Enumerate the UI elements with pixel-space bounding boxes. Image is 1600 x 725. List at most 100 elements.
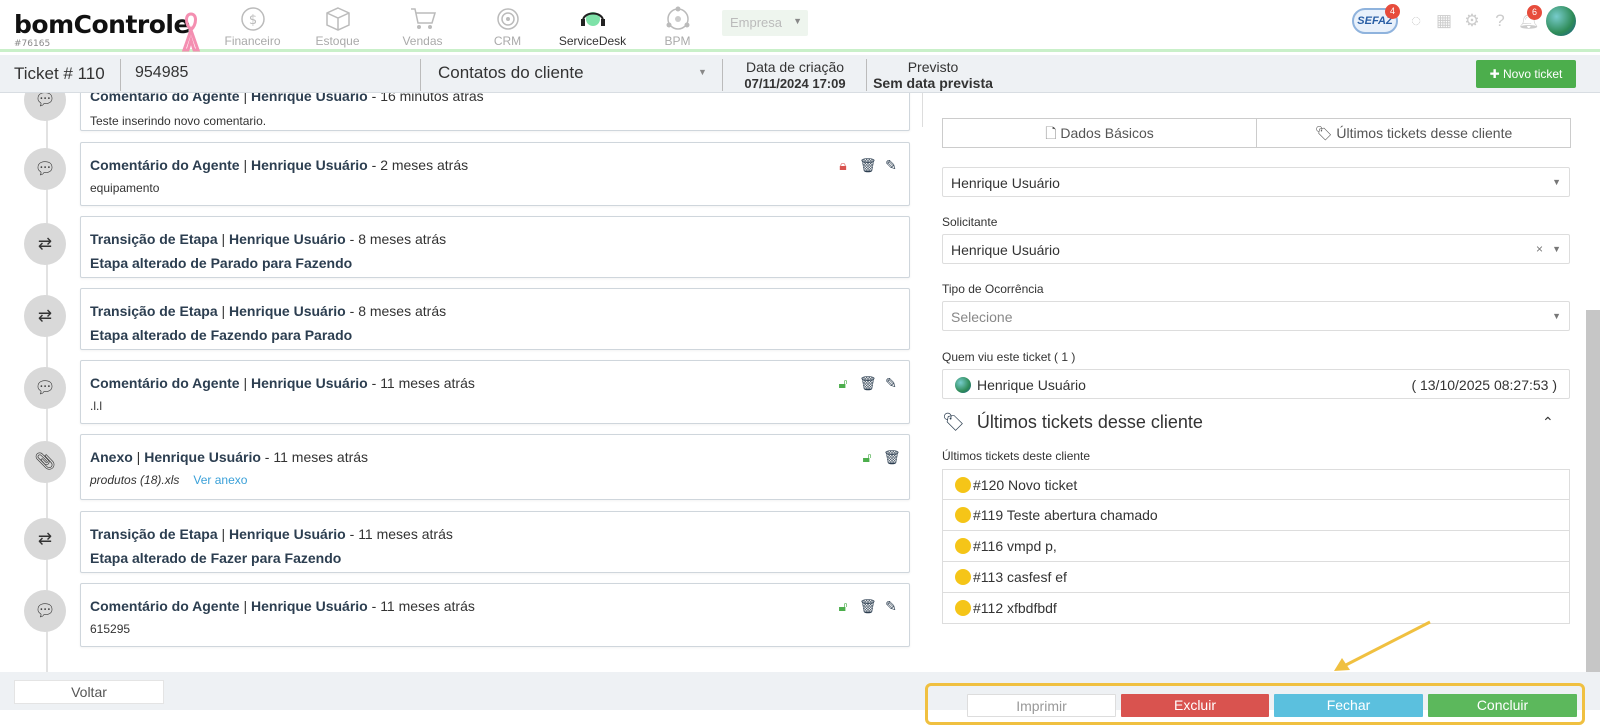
- sefaz-button[interactable]: SEFAZ 4: [1352, 4, 1400, 34]
- solicitante-value: Henrique Usuário: [951, 242, 1060, 258]
- help-icon[interactable]: ?: [1490, 11, 1510, 31]
- item-title: Comentário do Agente: [90, 157, 240, 173]
- ticket-timeline: 💬︎ Comentário do Agente | Henrique Usuár…: [0, 93, 912, 685]
- list-item[interactable]: #119 Teste abertura chamado: [942, 500, 1570, 531]
- module-label: Vendas: [402, 34, 443, 48]
- comment-icon: 💬︎: [24, 367, 66, 409]
- module-crm[interactable]: CRM: [465, 4, 550, 48]
- divider: [722, 59, 723, 91]
- sefaz-badge: 4: [1385, 4, 1400, 19]
- edit-icon[interactable]: ✎: [883, 598, 899, 614]
- notifications-badge: 6: [1527, 5, 1542, 20]
- contacts-select[interactable]: Contatos do cliente: [438, 63, 584, 83]
- svg-text:$: $: [248, 13, 256, 28]
- item-user: Henrique Usuário: [229, 526, 346, 542]
- print-button[interactable]: Imprimir: [967, 694, 1116, 717]
- module-financeiro[interactable]: $ Financeiro: [210, 4, 295, 48]
- bell-icon[interactable]: 🔔︎ 6: [1518, 5, 1542, 31]
- close-ticket-button[interactable]: Fechar: [1274, 694, 1423, 717]
- document-icon: 🗋: [1045, 125, 1061, 141]
- creation-date-label: Data de criação: [745, 59, 845, 75]
- trash-icon[interactable]: 🗑︎: [859, 157, 877, 173]
- finish-button[interactable]: Concluir: [1428, 694, 1577, 717]
- tag-icon: 🏷︎: [942, 412, 965, 432]
- module-vendas[interactable]: Vendas: [380, 4, 465, 48]
- list-item[interactable]: #116 vmpd p,: [942, 531, 1570, 562]
- caret-down-icon: ▼: [1552, 244, 1561, 254]
- plus-icon: ✚: [1489, 67, 1504, 81]
- list-item[interactable]: #120 Novo ticket: [942, 469, 1570, 500]
- comment-icon: 💬︎: [24, 148, 66, 190]
- divider: [420, 59, 421, 91]
- chevron-up-icon[interactable]: ⌃: [1542, 414, 1554, 431]
- delete-button[interactable]: Excluir: [1121, 694, 1269, 717]
- new-ticket-button[interactable]: ✚ Novo ticket: [1476, 60, 1576, 88]
- agent-select[interactable]: Henrique Usuário ▼: [942, 167, 1570, 197]
- item-title: Anexo: [90, 449, 133, 465]
- solicitante-select[interactable]: Henrique Usuário × ▼: [942, 234, 1570, 264]
- item-time: 8 meses atrás: [358, 303, 447, 319]
- transition-icon: ⇄: [24, 295, 66, 337]
- ticket-code-field[interactable]: 954985: [135, 64, 188, 82]
- module-servicedesk[interactable]: ServiceDesk: [550, 4, 635, 48]
- tab-ultimos-tickets[interactable]: 🏷︎ Últimos tickets desse cliente: [1256, 119, 1570, 147]
- unlock-icon[interactable]: 🔓︎: [835, 375, 851, 391]
- item-body: Teste inserindo novo comentario.: [90, 114, 267, 128]
- item-user: Henrique Usuário: [229, 303, 346, 319]
- ocorrencia-select[interactable]: Selecione ▼: [942, 301, 1570, 331]
- new-ticket-label: Novo ticket: [1503, 67, 1563, 81]
- section-title[interactable]: 🏷︎ Últimos tickets desse cliente ⌃: [942, 412, 1554, 433]
- lock-icon[interactable]: 🔒︎: [835, 157, 851, 173]
- item-title: Comentário do Agente: [90, 598, 240, 614]
- calendar-icon[interactable]: ▦: [1434, 11, 1454, 31]
- module-bpm[interactable]: BPM: [635, 4, 720, 48]
- app-logo[interactable]: bomControle #76165: [14, 10, 190, 49]
- item-body: .l.l: [90, 399, 102, 413]
- status-dot: [955, 600, 971, 616]
- trash-icon[interactable]: 🗑︎: [859, 375, 877, 391]
- timeline-item: Comentário do Agente | Henrique Usuário …: [80, 142, 910, 206]
- clear-icon[interactable]: ×: [1536, 242, 1543, 256]
- module-label: Financeiro: [224, 34, 281, 48]
- list-item[interactable]: #113 casfesf ef: [942, 562, 1570, 593]
- tab-dados-basicos[interactable]: 🗋 Dados Básicos: [943, 119, 1256, 147]
- item-actions: 🔓︎ 🗑︎: [859, 449, 901, 465]
- company-select[interactable]: Empresa ▼: [722, 10, 808, 36]
- view-attachment-link[interactable]: Ver anexo: [193, 473, 247, 487]
- unlock-icon[interactable]: 🔓︎: [835, 598, 851, 614]
- module-estoque[interactable]: Estoque: [295, 4, 380, 48]
- header-actions: SEFAZ 4 ◌ ▦ ⚙ ? 🔔︎ 6: [1352, 4, 1576, 36]
- target-icon: [496, 8, 519, 30]
- gear-icon[interactable]: ⚙: [1462, 11, 1482, 31]
- recent-tickets-label: Últimos tickets deste cliente: [942, 449, 1091, 463]
- item-title: Transição de Etapa: [90, 303, 218, 319]
- item-user: Henrique Usuário: [229, 231, 346, 247]
- trash-icon[interactable]: 🗑︎: [883, 449, 901, 465]
- item-time: 11 meses atrás: [380, 375, 475, 391]
- divider: [922, 93, 923, 127]
- tab-label: Últimos tickets desse cliente: [1336, 125, 1513, 141]
- item-user: Henrique Usuário: [251, 598, 368, 614]
- box-icon: [325, 7, 350, 31]
- user-avatar[interactable]: [1546, 6, 1576, 36]
- item-user: Henrique Usuário: [251, 93, 368, 104]
- ticket-link: #120 Novo ticket: [973, 476, 1078, 493]
- item-time: 2 meses atrás: [380, 157, 469, 173]
- scrollbar[interactable]: [1586, 310, 1600, 685]
- viewer-avatar: [955, 377, 971, 393]
- trash-icon[interactable]: 🗑︎: [859, 598, 877, 614]
- account-id: #76165: [14, 39, 51, 49]
- ticket-link: #119 Teste abertura chamado: [973, 507, 1158, 523]
- unlock-icon[interactable]: 🔓︎: [859, 449, 875, 465]
- logo-text: bomControle: [14, 10, 190, 39]
- item-body: Etapa alterado de Fazer para Fazendo: [90, 550, 342, 566]
- status-dot: [955, 538, 971, 554]
- back-button[interactable]: Voltar: [14, 680, 164, 704]
- ticket-header: Ticket # 110 954985 Contatos do cliente …: [0, 55, 1600, 93]
- pink-ribbon-icon: [181, 12, 201, 52]
- edit-icon[interactable]: ✎: [883, 375, 899, 391]
- list-item[interactable]: #112 xfbdfbdf: [942, 593, 1570, 624]
- whatsapp-icon[interactable]: ◌: [1406, 11, 1426, 31]
- paperclip-icon: 📎︎: [24, 441, 66, 483]
- edit-icon[interactable]: ✎: [883, 157, 899, 173]
